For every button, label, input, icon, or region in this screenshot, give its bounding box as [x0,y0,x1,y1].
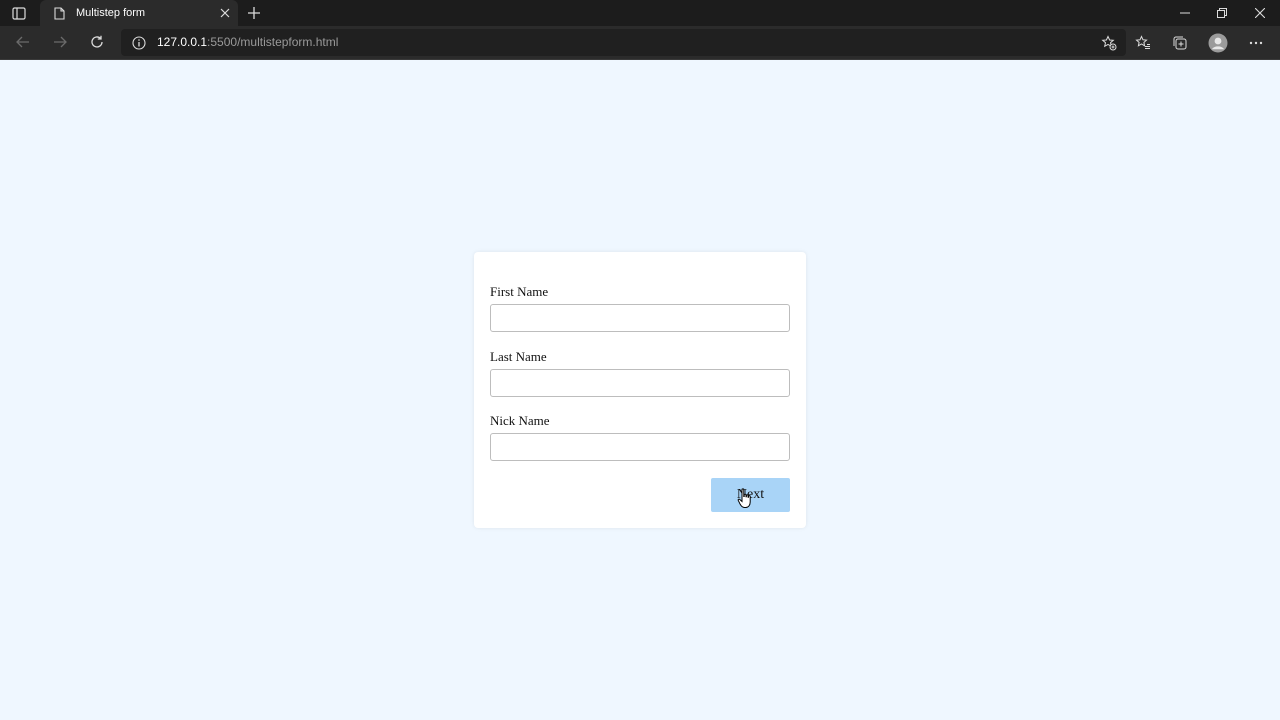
multistep-form-card: First Name Last Name Nick Name Next [474,252,806,528]
refresh-button[interactable] [85,31,109,53]
collections-button[interactable] [1167,30,1193,56]
add-favorite-icon [1101,35,1117,51]
restore-button[interactable] [1203,0,1241,26]
url-path: :5500/multistepform.html [207,35,339,49]
next-button[interactable]: Next [711,478,790,512]
back-button[interactable] [11,31,35,53]
forward-arrow-icon [54,36,67,48]
profile-icon [1208,33,1228,53]
collections-icon [1173,36,1187,50]
more-button[interactable] [1243,30,1269,56]
first-name-label: First Name [490,284,549,299]
favorites-button[interactable] [1130,30,1156,56]
tab-actions-button[interactable] [8,4,30,22]
back-arrow-icon [16,36,29,48]
tab-actions-icon [12,6,26,20]
minimize-icon [1180,12,1190,14]
close-window-button[interactable] [1241,0,1279,26]
url-text: 127.0.0.1:5500/multistepform.html [157,29,338,56]
restore-icon [1217,8,1227,18]
url-host: 127.0.0.1 [157,35,208,49]
refresh-icon [91,35,103,48]
site-info-button[interactable] [131,35,146,50]
nick-name-field[interactable] [490,433,790,461]
info-icon [131,35,146,50]
new-tab-button[interactable] [244,3,264,23]
browser-toolbar: 127.0.0.1:5500/multistepform.html [0,26,1280,60]
close-tab-button[interactable] [214,2,236,24]
plus-icon [248,7,260,19]
forward-button[interactable] [48,31,72,53]
nick-name-label: Nick Name [490,413,550,428]
address-bar[interactable]: 127.0.0.1:5500/multistepform.html [121,29,1126,56]
add-favorite-button[interactable] [1100,34,1118,52]
title-bar: Multistep form [0,0,1280,26]
tab-title: Multistep form [76,7,146,19]
first-name-field[interactable] [490,304,790,332]
close-icon [220,8,230,18]
browser-tab-active[interactable]: Multistep form [40,0,238,26]
page-icon [52,6,66,20]
more-icon [1249,41,1263,45]
minimize-button[interactable] [1166,0,1204,26]
favorites-icon [1135,35,1150,49]
last-name-field[interactable] [490,369,790,397]
close-icon [1255,8,1265,18]
profile-button[interactable] [1205,30,1231,56]
last-name-label: Last Name [490,349,547,364]
